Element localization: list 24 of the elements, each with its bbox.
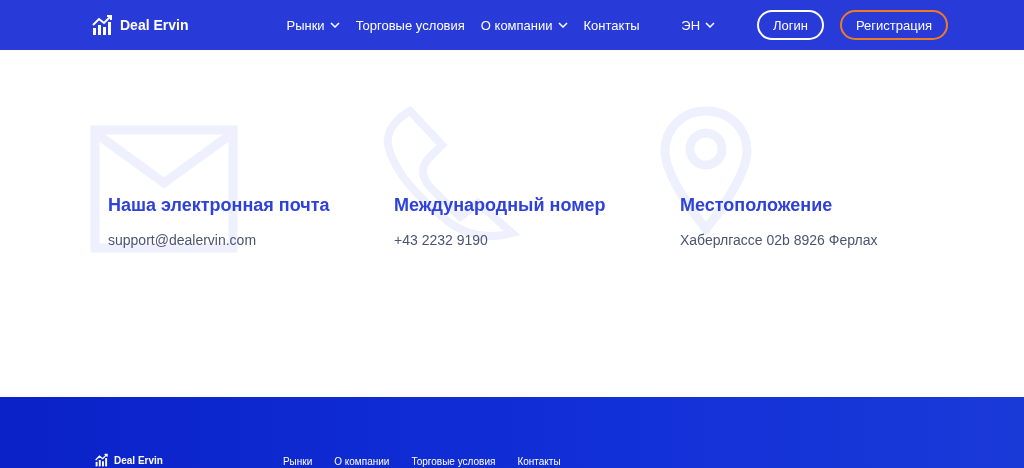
chevron-down-icon xyxy=(557,22,568,28)
footer-link[interactable]: Контакты xyxy=(517,456,561,467)
nav-link[interactable]: Торговые условия xyxy=(355,17,465,33)
footer-link[interactable]: Рынки xyxy=(282,456,313,467)
chevron-down-icon xyxy=(705,22,716,28)
nav-link[interactable]: Контакты xyxy=(583,17,640,33)
logo-text[interactable]: Deal Ervin xyxy=(120,17,189,33)
footer-link[interactable]: О компании xyxy=(334,456,390,467)
contact-heading: Местоположение xyxy=(680,195,834,216)
nav-link[interactable]: Рынки xyxy=(286,17,340,33)
logo-text[interactable]: Deal Ervin xyxy=(114,454,163,466)
chevron-down-icon xyxy=(329,22,340,28)
chart-logo-icon xyxy=(92,14,114,36)
language-selector[interactable]: ЭН xyxy=(681,17,716,33)
contact-heading: Международный номер xyxy=(394,195,607,216)
contact-value: support@dealervin.com xyxy=(108,232,257,248)
nav-link[interactable]: О компании xyxy=(480,17,568,33)
login-button[interactable]: Логин xyxy=(757,10,824,40)
register-button[interactable]: Регистрация xyxy=(840,10,948,40)
contact-value: Хаберлгассе 02b 8926 Ферлах xyxy=(680,232,878,248)
contact-heading: Наша электронная почта xyxy=(108,195,331,216)
footer-link[interactable]: Торговые условия xyxy=(411,456,496,467)
contact-value: +43 2232 9190 xyxy=(394,232,488,248)
chart-logo-icon xyxy=(95,453,109,467)
